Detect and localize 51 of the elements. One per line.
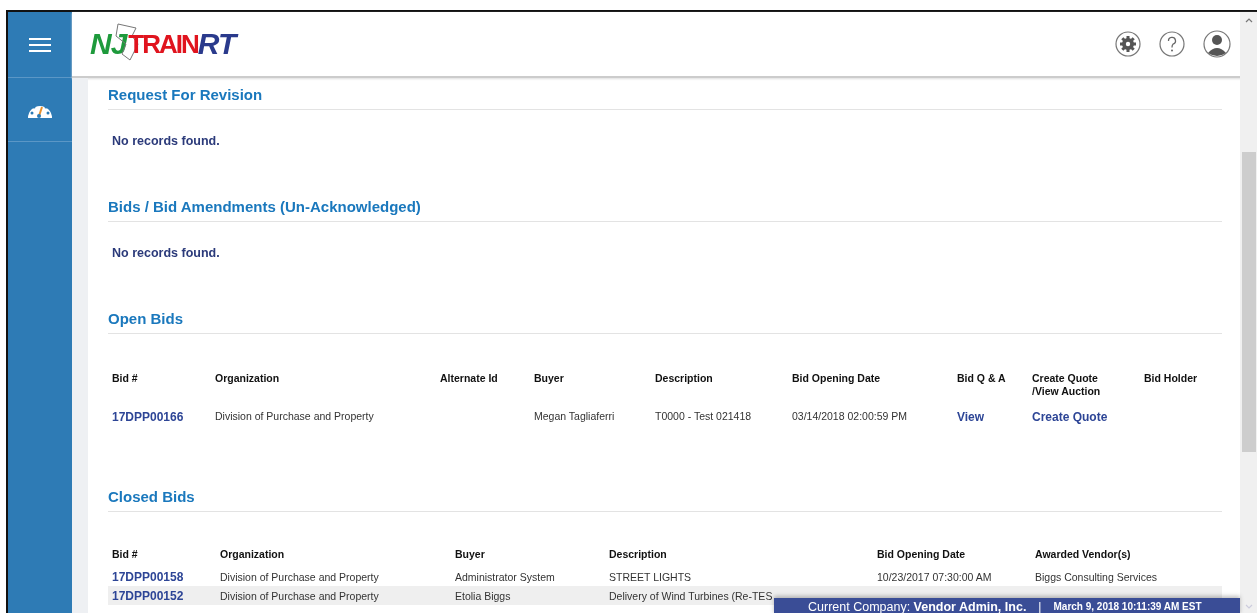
table-cell-text: Administrator System xyxy=(455,570,556,583)
column-header: Bid # xyxy=(112,372,139,386)
section-title: Bids / Bid Amendments (Un-Acknowledged) xyxy=(108,194,1222,222)
bid-link[interactable]: 17DPP00166 xyxy=(112,410,215,425)
table-cell-text: Division of Purchase and Property xyxy=(220,589,380,602)
table-cell-text: Megan Tagliaferri xyxy=(534,410,616,423)
current-company: Current Company: Vendor Admin, Inc. xyxy=(808,599,1027,613)
section-title: Open Bids xyxy=(108,306,1222,334)
table-cell-text: Division of Purchase and Property xyxy=(215,410,375,423)
column-header: Buyer xyxy=(455,548,486,562)
scrollbar-thumb[interactable] xyxy=(1241,152,1256,452)
settings-icon xyxy=(1115,31,1141,57)
table-cell-text: 10/23/2017 07:30:00 AM xyxy=(877,570,993,583)
user-button[interactable] xyxy=(1203,30,1231,58)
column-header: Buyer xyxy=(534,372,565,386)
column-header: Organization xyxy=(215,372,281,386)
table-cell-text: Biggs Consulting Services xyxy=(1035,570,1158,583)
column-header: Awarded Vendor(s) xyxy=(1035,548,1132,562)
separator: | xyxy=(1038,599,1042,613)
table-cell-text: STREET LIGHTS xyxy=(609,570,693,583)
column-header: Bid Opening Date xyxy=(792,372,882,386)
table-cell-text: 03/14/2018 02:00:59 PM xyxy=(792,410,908,423)
empty-message: No records found. xyxy=(111,133,221,150)
table-cell-text: T0000 - Test 021418 xyxy=(655,410,753,423)
user-icon xyxy=(1203,30,1231,58)
menu-icon xyxy=(29,36,51,53)
logo[interactable]: NJTRAINRT xyxy=(90,24,236,64)
create-quote-link[interactable]: Create Quote xyxy=(1032,410,1144,425)
column-header: Bid Opening Date xyxy=(877,548,967,562)
scroll-up-icon[interactable] xyxy=(1243,16,1254,24)
table-cell-text: Etolia Biggs xyxy=(455,589,512,602)
column-header: Bid # xyxy=(112,548,139,562)
bid-link[interactable]: 17DPP00158 xyxy=(112,569,220,584)
empty-message: No records found. xyxy=(111,245,221,262)
view-link[interactable]: View xyxy=(957,410,1032,425)
column-header: Bid Holder xyxy=(1144,372,1199,386)
settings-button[interactable] xyxy=(1115,31,1141,57)
help-button[interactable] xyxy=(1159,31,1185,57)
table-cell-text: Delivery of Wind Turbines (Re-TES xyxy=(609,589,774,602)
column-header: Create Quote /View Auction xyxy=(1032,372,1102,399)
column-header: Description xyxy=(655,372,714,386)
section-title: Request For Revision xyxy=(108,82,1222,110)
column-header: Description xyxy=(609,548,668,562)
section-title: Closed Bids xyxy=(108,484,1222,512)
date-time: March 9, 2018 10:11:39 AM EST xyxy=(1053,601,1202,612)
table-cell-text: Division of Purchase and Property xyxy=(220,570,380,583)
column-header: Bid Q & A xyxy=(957,372,1007,386)
bid-link[interactable]: 17DPP00152 xyxy=(112,588,220,603)
help-icon xyxy=(1159,31,1185,57)
column-header: Organization xyxy=(220,548,286,562)
column-header: Alternate Id xyxy=(440,372,499,386)
